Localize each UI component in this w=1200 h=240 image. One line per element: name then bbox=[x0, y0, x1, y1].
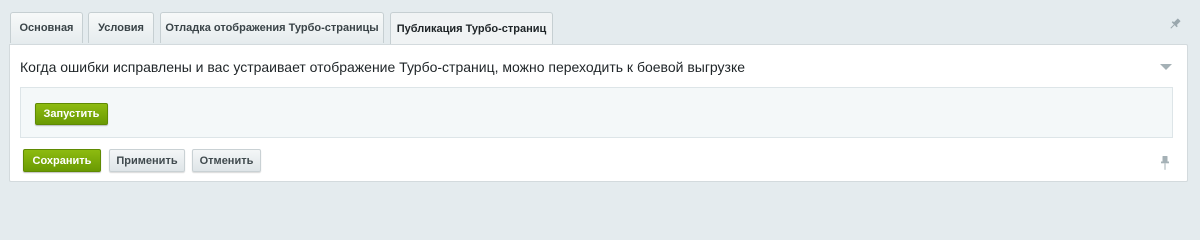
tab-turbo-debug[interactable]: Отладка отображения Турбо-страницы bbox=[160, 12, 384, 43]
tab-label: Основная bbox=[19, 22, 74, 34]
tab-main[interactable]: Основная bbox=[10, 12, 83, 43]
section-content: Запустить bbox=[20, 87, 1173, 138]
tab-label: Публикация Турбо-страниц bbox=[396, 22, 547, 35]
tab-label: Условия bbox=[98, 22, 144, 34]
pin-icon[interactable] bbox=[1159, 155, 1171, 171]
run-button[interactable]: Запустить bbox=[35, 103, 108, 125]
cancel-button[interactable]: Отменить bbox=[192, 149, 261, 172]
tab-label: Отладка отображения Турбо-страницы bbox=[165, 22, 379, 34]
tab-turbo-publish[interactable]: Публикация Турбо-страниц bbox=[390, 12, 553, 44]
collapse-arrow-icon[interactable] bbox=[1160, 64, 1172, 70]
apply-button[interactable]: Применить bbox=[109, 149, 185, 172]
section-title: Когда ошибки исправлены и вас устраивает… bbox=[20, 59, 746, 75]
save-button[interactable]: Сохранить bbox=[23, 149, 101, 172]
pin-icon[interactable] bbox=[1168, 17, 1182, 31]
settings-panel: Когда ошибки исправлены и вас устраивает… bbox=[9, 44, 1188, 182]
tab-conditions[interactable]: Условия bbox=[88, 12, 154, 43]
